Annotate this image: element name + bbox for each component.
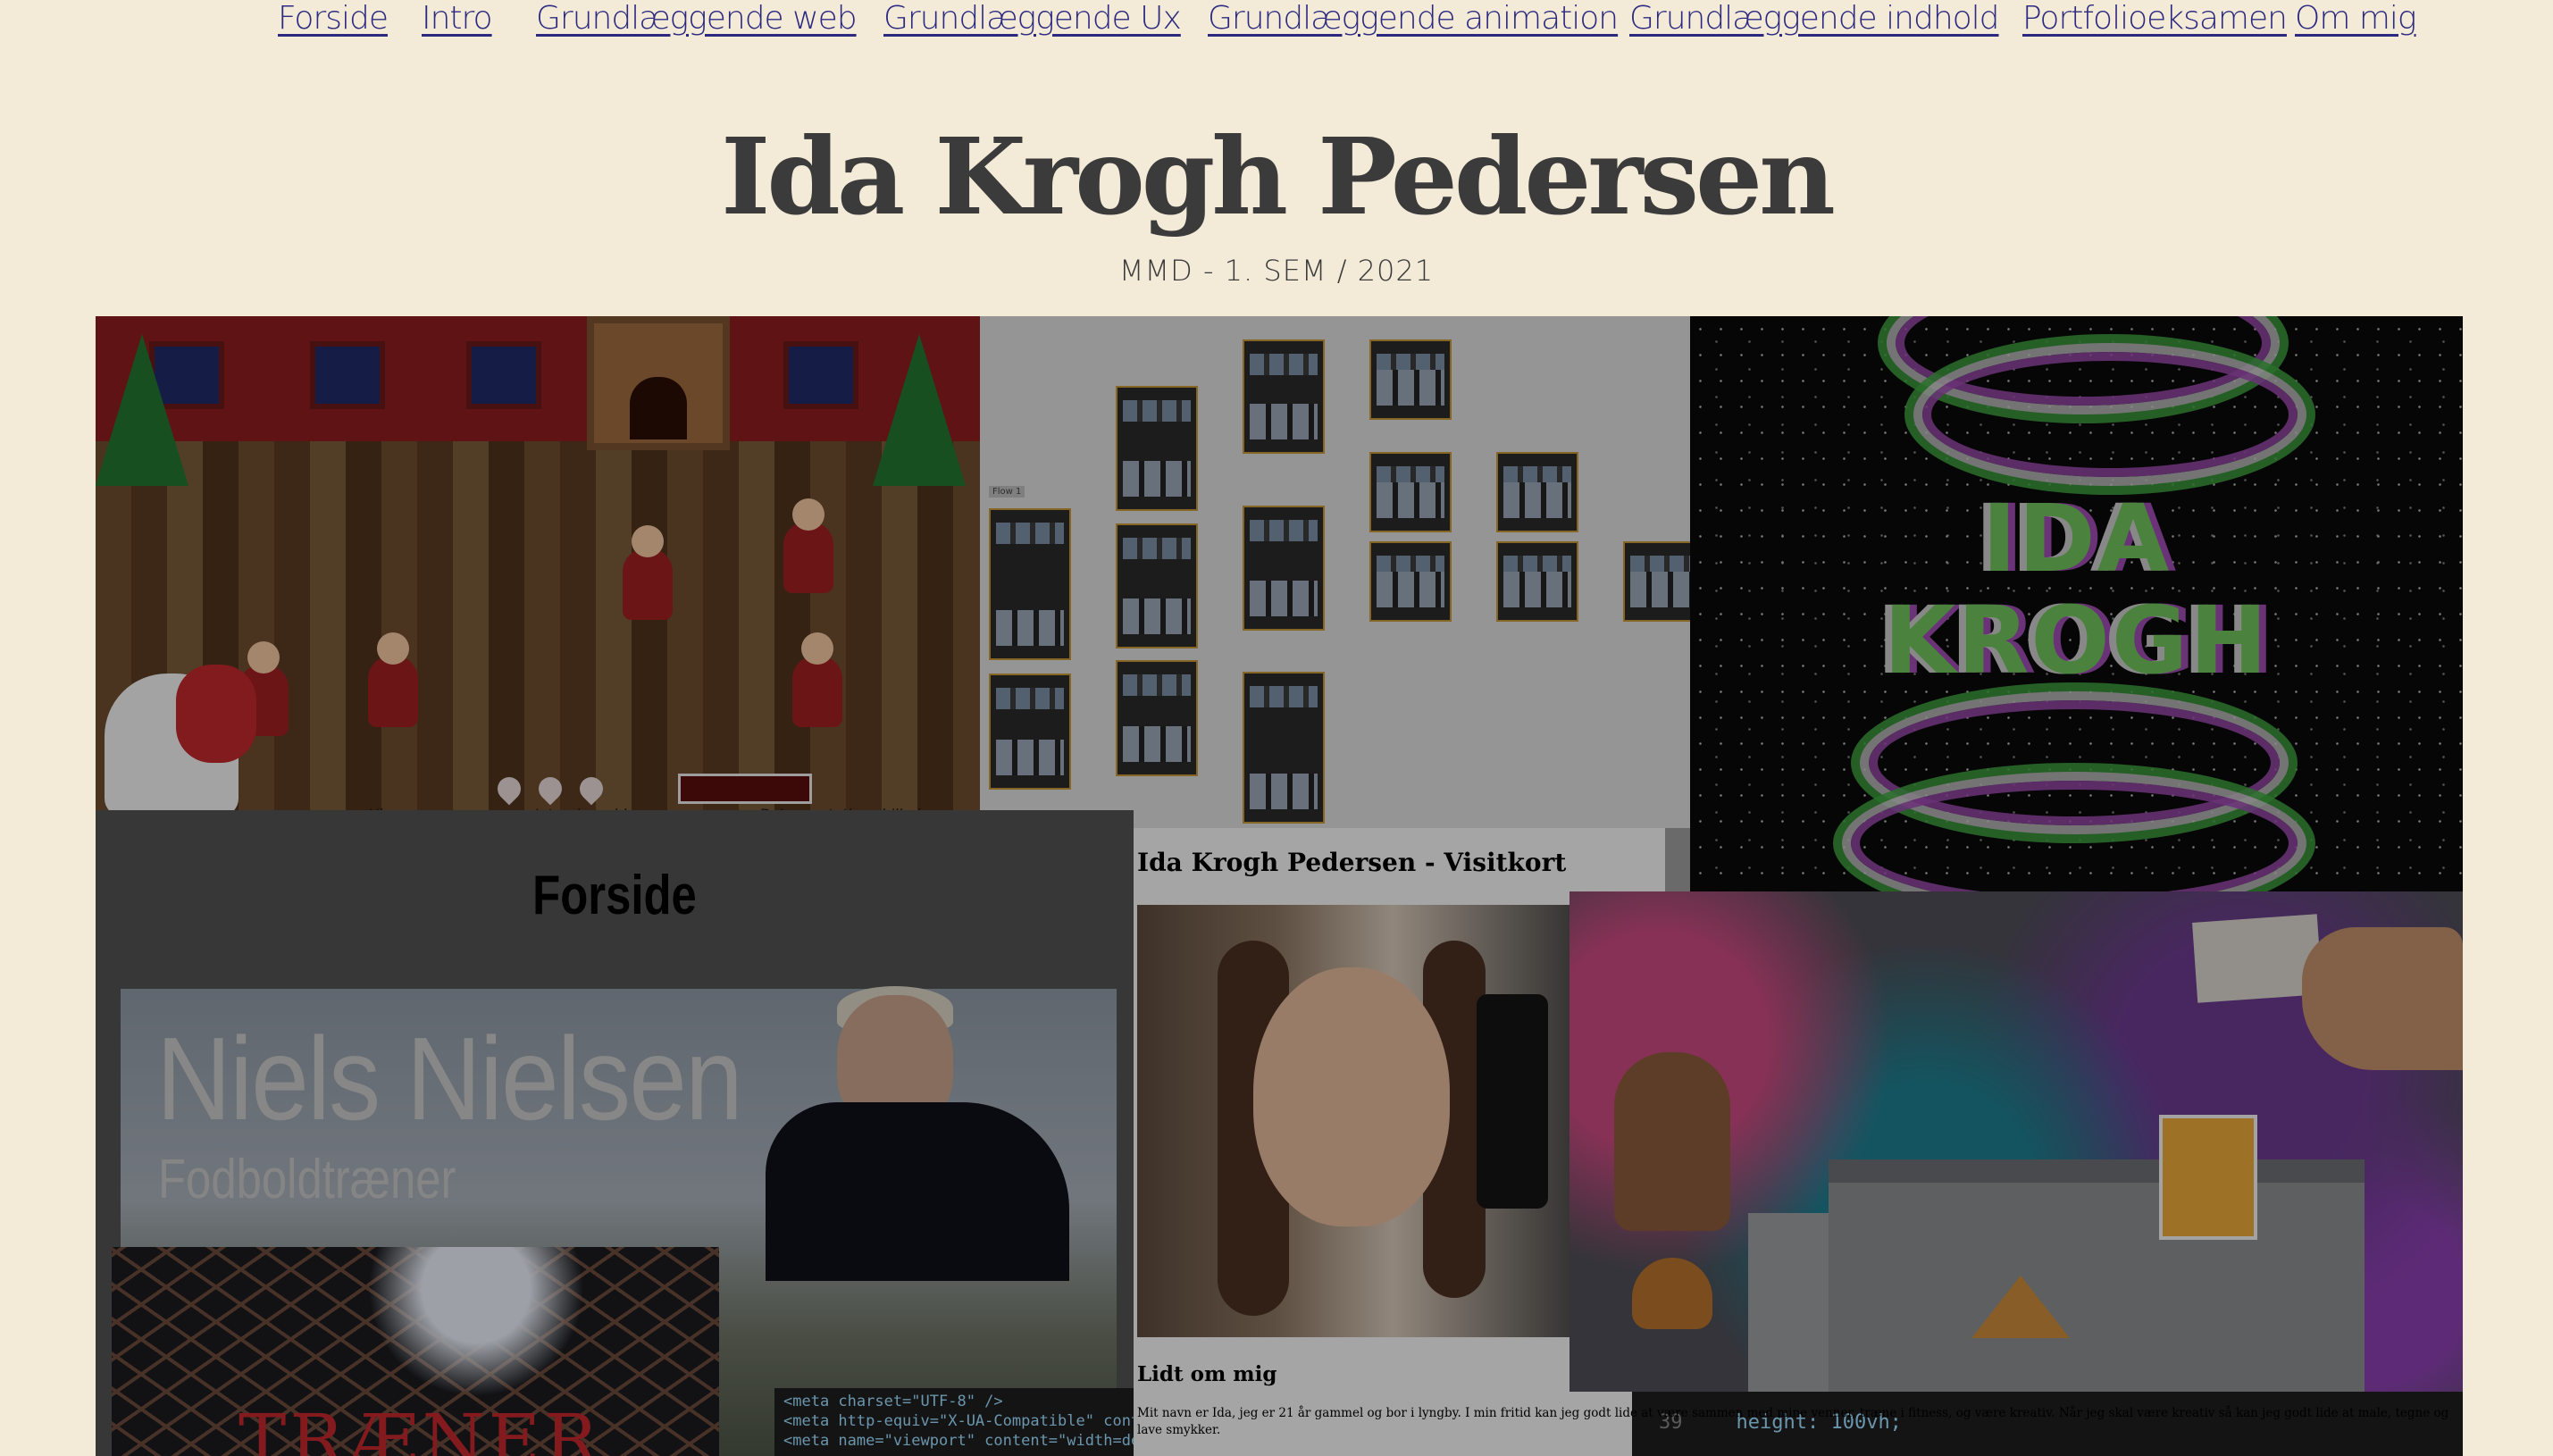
collage-person bbox=[1614, 1052, 1730, 1231]
wireframe-flow-thumbnail[interactable]: Flow 1 bbox=[980, 316, 1690, 828]
collage-building bbox=[1829, 1159, 2365, 1392]
wireframe-screen bbox=[1116, 386, 1198, 511]
wireframe-screen bbox=[1496, 452, 1578, 532]
christmas-tree-icon bbox=[873, 334, 966, 486]
tent-icon bbox=[1971, 1276, 2070, 1338]
code-line: <meta http-equiv="X-UA-Compatible" conte… bbox=[783, 1412, 1134, 1430]
project-collage: Hjem Interview video Dokumentations bill… bbox=[96, 316, 2463, 1456]
santa-character bbox=[105, 665, 256, 810]
wireframe-screen bbox=[1369, 339, 1452, 420]
christmas-tree-icon bbox=[96, 334, 188, 486]
wireframe-screen bbox=[989, 674, 1071, 790]
code-line: <meta charset="UTF-8" /> bbox=[783, 1393, 1003, 1410]
poster-word-ida: IDA bbox=[1981, 484, 2172, 593]
main-nav: Forside Intro Grundlæggende web Grundlæg… bbox=[0, 0, 2553, 45]
game-progress-bar bbox=[678, 774, 812, 804]
wireframe-flow-label: Flow 1 bbox=[989, 486, 1025, 498]
city-collage-thumbnail[interactable] bbox=[1569, 891, 2463, 1392]
portrait-face bbox=[1253, 967, 1450, 1226]
nav-link-grundlaeggende-ux[interactable]: Grundlæggende Ux bbox=[883, 0, 1182, 37]
phone-in-hand bbox=[1477, 994, 1548, 1209]
visitkort-title: Ida Krogh Pedersen - Visitkort bbox=[1137, 848, 1567, 877]
code-line: <meta name="viewport" content="width=dev… bbox=[783, 1432, 1134, 1450]
wireframe-screen bbox=[1243, 506, 1325, 631]
wireframe-screen bbox=[1243, 339, 1325, 454]
nav-link-om-mig[interactable]: Om mig bbox=[2295, 0, 2417, 37]
nav-link-grundlaeggende-web[interactable]: Grundlæggende web bbox=[536, 0, 858, 37]
hand-image bbox=[2302, 927, 2463, 1070]
coach-photo-jacket bbox=[766, 1102, 1069, 1281]
game-window bbox=[783, 341, 858, 409]
wireframe-screen bbox=[1116, 523, 1198, 649]
wireframe-screen bbox=[1496, 541, 1578, 622]
christmas-game-thumbnail[interactable] bbox=[96, 316, 980, 810]
burger-icon bbox=[1632, 1258, 1712, 1329]
poster-wave bbox=[1922, 352, 2298, 477]
wireframe-screen bbox=[1243, 672, 1325, 824]
wireframe-screen bbox=[989, 508, 1071, 660]
elf-character bbox=[792, 632, 842, 727]
html-code-snippet: <meta charset="UTF-8" /> <meta http-equi… bbox=[774, 1388, 1134, 1456]
nav-link-grundlaeggende-animation[interactable]: Grundlæggende animation bbox=[1208, 0, 1619, 37]
portrait-photo bbox=[1137, 905, 1602, 1337]
elf-character bbox=[623, 525, 673, 620]
cocktail-icon bbox=[2159, 1115, 2257, 1240]
nav-link-intro[interactable]: Intro bbox=[422, 0, 493, 37]
game-window bbox=[310, 341, 385, 409]
game-fireplace bbox=[587, 316, 730, 450]
page-subtitle: MMD - 1. SEM / 2021 bbox=[1118, 254, 1435, 288]
wireframe-screen bbox=[1623, 541, 1690, 622]
page-title: Ida Krogh Pedersen bbox=[721, 114, 1836, 238]
elf-character bbox=[783, 498, 833, 593]
game-window bbox=[466, 341, 541, 409]
nav-link-portfolioeksamen[interactable]: Portfolioeksamen bbox=[2022, 0, 2288, 37]
about-text: Mit navn er Ida, jeg er 21 år gammel og … bbox=[1137, 1406, 2449, 1437]
website-heading: Forside bbox=[532, 865, 697, 926]
website-name: Niels Nielsen bbox=[156, 1013, 743, 1144]
wireframe-screen bbox=[1369, 452, 1452, 532]
poster-word-krogh: KROGH bbox=[1883, 586, 2270, 695]
nav-link-grundlaeggende-indhold[interactable]: Grundlæggende indhold bbox=[1629, 0, 2000, 37]
overlay-word-traener: TRÆNER bbox=[239, 1399, 602, 1456]
website-role: Fodboldtræner bbox=[158, 1149, 456, 1210]
elf-character bbox=[368, 632, 418, 727]
about-heading: Lidt om mig bbox=[1137, 1362, 1277, 1386]
niels-nielsen-website-thumbnail[interactable]: Forside Niels Nielsen Fodboldtræner TRÆN… bbox=[96, 810, 1134, 1456]
wireframe-screen bbox=[1369, 541, 1452, 622]
nav-link-forside[interactable]: Forside bbox=[278, 0, 389, 37]
wireframe-screen bbox=[1116, 660, 1198, 776]
ida-krogh-poster-thumbnail[interactable]: IDA KROGH bbox=[1690, 316, 2463, 891]
